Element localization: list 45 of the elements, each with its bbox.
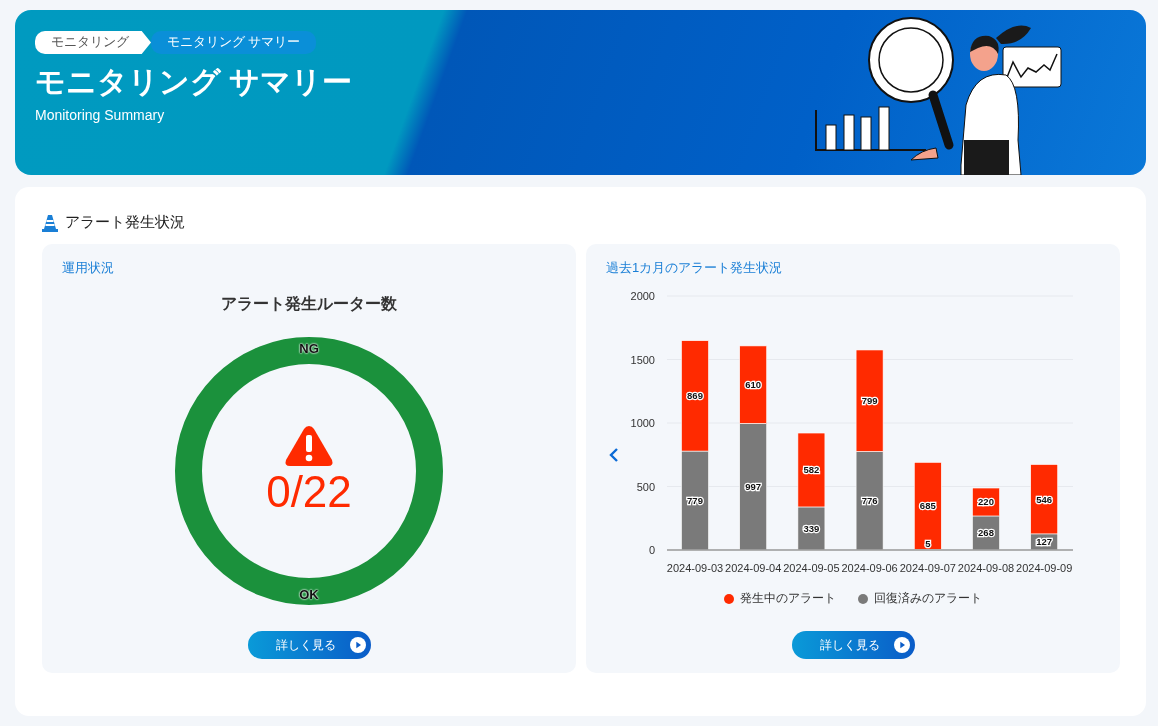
data-label: 997 [745, 481, 762, 493]
axis-category-label: 2024-09-09 [1016, 562, 1073, 574]
data-label: 685 [919, 500, 936, 512]
data-label: 127 [1036, 536, 1053, 548]
data-label: 799 [861, 395, 878, 407]
warning-icon [284, 424, 334, 468]
axis-tick-label: 500 [636, 480, 655, 493]
ring-label: OK [299, 587, 319, 602]
axis-tick-label: 2000 [630, 290, 655, 302]
alert-count: 0/22 [266, 470, 352, 514]
page-title: モニタリング サマリー [35, 64, 353, 100]
section-title: アラート発生状況 [65, 213, 185, 232]
gauge-heading: アラート発生ルーター数 [221, 294, 397, 314]
axis-tick-label: 0 [648, 544, 655, 556]
details-button[interactable]: 詳しく見る [247, 631, 371, 659]
axis-category-label: 2024-09-06 [841, 562, 898, 574]
legend-label: 発生中のアラート [740, 590, 836, 607]
data-label: 220 [978, 496, 994, 508]
panel-title: 過去1カ月のアラート発生状況 [606, 259, 783, 277]
axis-tick-label: 1500 [630, 353, 655, 366]
details-button[interactable]: 詳しく見る [791, 631, 915, 659]
chevron-left-icon [609, 447, 619, 463]
data-label: 779 [687, 495, 703, 507]
ring-label: NG [299, 341, 319, 356]
play-icon [893, 637, 910, 653]
data-label: 268 [978, 527, 994, 539]
breadcrumb-item[interactable]: モニタリング サマリー [151, 31, 317, 54]
data-label: 546 [1036, 493, 1053, 505]
axis-category-label: 2024-09-08 [957, 562, 1015, 574]
axis-category-label: 2024-09-05 [783, 562, 840, 574]
axis-category-label: 2024-09-07 [899, 562, 956, 574]
data-label: 5 [925, 538, 931, 550]
traffic-cone-icon [42, 213, 58, 232]
legend-label: 回復済みのアラート [874, 590, 982, 607]
panel-title: 運用状況 [62, 259, 114, 277]
data-label: 582 [803, 464, 820, 476]
play-icon [349, 637, 366, 653]
axis-category-label: 2024-09-04 [725, 562, 782, 574]
axis-category-label: 2024-09-03 [666, 562, 724, 574]
bar-segment [972, 487, 1000, 517]
page-subtitle: Monitoring Summary [35, 107, 166, 123]
data-label: 610 [745, 379, 762, 391]
axis-tick-label: 1000 [630, 417, 655, 429]
data-label: 869 [687, 390, 703, 402]
breadcrumb-item[interactable]: モニタリング [35, 31, 151, 54]
